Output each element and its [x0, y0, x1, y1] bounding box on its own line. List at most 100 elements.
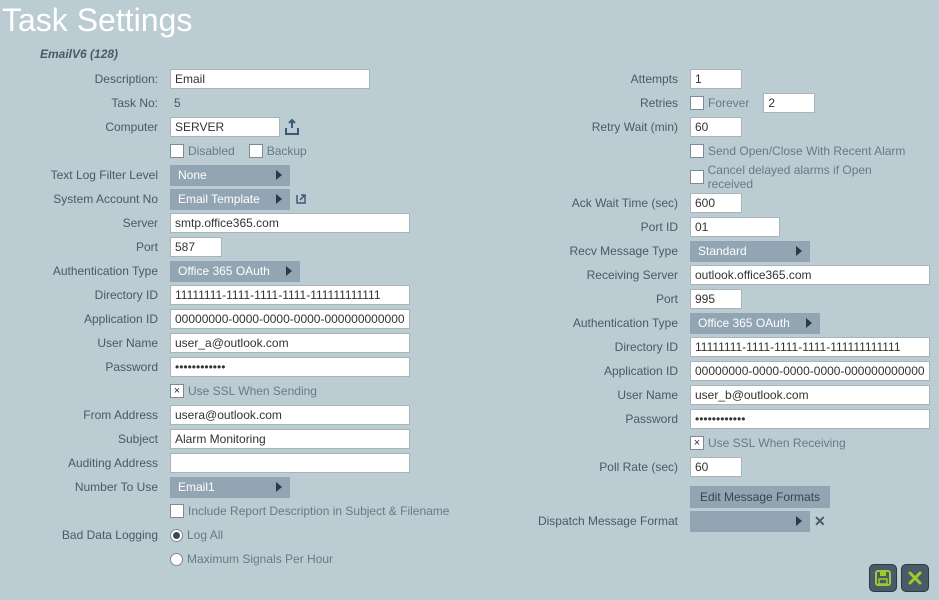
computer-input[interactable]	[170, 117, 280, 137]
from-label: From Address	[10, 408, 170, 422]
description-label: Description:	[10, 72, 170, 86]
maxsig-radio[interactable]	[170, 553, 183, 566]
usessl-checkbox[interactable]: ×	[170, 384, 184, 398]
external-link-icon[interactable]	[294, 192, 308, 206]
port-label: Port	[10, 240, 170, 254]
sysacc-value: Email Template	[178, 192, 260, 206]
authtype2-value: Office 365 OAuth	[698, 316, 790, 330]
dispatchmsg-dropdown[interactable]	[690, 511, 810, 532]
dirid-label: Directory ID	[10, 288, 170, 302]
authtype-dropdown[interactable]: Office 365 OAuth	[170, 261, 300, 282]
password-label: Password	[10, 360, 170, 374]
chevron-right-icon	[796, 516, 802, 526]
textlog-value: None	[178, 168, 207, 182]
password2-input[interactable]	[690, 409, 930, 429]
audit-label: Auditing Address	[10, 456, 170, 470]
recvmsg-dropdown[interactable]: Standard	[690, 241, 810, 262]
dirid-input[interactable]	[170, 285, 410, 305]
appid2-input[interactable]	[690, 361, 930, 381]
subject-input[interactable]	[170, 429, 410, 449]
clear-icon[interactable]: ✕	[814, 513, 826, 530]
close-icon	[907, 570, 923, 586]
dirid2-input[interactable]	[690, 337, 930, 357]
recvserver-input[interactable]	[690, 265, 930, 285]
password-input[interactable]	[170, 357, 410, 377]
dispatchmsg-label: Dispatch Message Format	[490, 514, 690, 528]
chevron-right-icon	[276, 170, 282, 180]
taskno-value: 5	[170, 96, 181, 110]
server-label: Server	[10, 216, 170, 230]
pollrate-label: Poll Rate (sec)	[490, 460, 690, 474]
canceldelayed-label: Cancel delayed alarms if Open received	[708, 163, 920, 191]
taskno-label: Task No:	[10, 96, 170, 110]
appid2-label: Application ID	[490, 364, 690, 378]
from-input[interactable]	[170, 405, 410, 425]
password2-label: Password	[490, 412, 690, 426]
logall-label: Log All	[187, 528, 223, 542]
port2-label: Port	[490, 292, 690, 306]
attempts-input[interactable]	[690, 69, 742, 89]
server-input[interactable]	[170, 213, 410, 233]
appid-input[interactable]	[170, 309, 410, 329]
retries-input[interactable]	[763, 93, 815, 113]
chevron-right-icon	[806, 318, 812, 328]
backup-checkbox[interactable]	[249, 144, 263, 158]
cancel-button[interactable]	[901, 564, 929, 592]
chevron-right-icon	[796, 246, 802, 256]
import-icon[interactable]	[284, 118, 304, 136]
maxsig-label: Maximum Signals Per Hour	[187, 552, 333, 566]
appid-label: Application ID	[10, 312, 170, 326]
backup-label: Backup	[267, 144, 307, 158]
forever-checkbox[interactable]	[690, 96, 704, 110]
numtouse-value: Email1	[178, 480, 215, 494]
ackwait-input[interactable]	[690, 193, 742, 213]
description-input[interactable]	[170, 69, 370, 89]
textlog-label: Text Log Filter Level	[10, 168, 170, 182]
usessl2-checkbox[interactable]: ×	[690, 436, 704, 450]
chevron-right-icon	[276, 482, 282, 492]
page-title: Task Settings	[0, 0, 939, 39]
chevron-right-icon	[286, 266, 292, 276]
includereport-label: Include Report Description in Subject & …	[188, 504, 449, 518]
username2-input[interactable]	[690, 385, 930, 405]
retrywait-input[interactable]	[690, 117, 742, 137]
subtitle: EmailV6 (128)	[0, 39, 939, 67]
forever-label: Forever	[708, 96, 749, 110]
attempts-label: Attempts	[490, 72, 690, 86]
username2-label: User Name	[490, 388, 690, 402]
numtouse-dropdown[interactable]: Email1	[170, 477, 290, 498]
authtype-label: Authentication Type	[10, 264, 170, 278]
authtype2-label: Authentication Type	[490, 316, 690, 330]
numtouse-label: Number To Use	[10, 480, 170, 494]
textlog-dropdown[interactable]: None	[170, 165, 290, 186]
usessl-label: Use SSL When Sending	[188, 384, 317, 398]
save-button[interactable]	[869, 564, 897, 592]
disabled-label: Disabled	[188, 144, 235, 158]
disabled-checkbox[interactable]	[170, 144, 184, 158]
sysacc-dropdown[interactable]: Email Template	[170, 189, 290, 210]
username-label: User Name	[10, 336, 170, 350]
canceldelayed-checkbox[interactable]	[690, 170, 704, 184]
username-input[interactable]	[170, 333, 410, 353]
save-icon	[874, 569, 892, 587]
port2-input[interactable]	[690, 289, 742, 309]
pollrate-input[interactable]	[690, 457, 742, 477]
sysacc-label: System Account No	[10, 192, 170, 206]
chevron-right-icon	[276, 194, 282, 204]
dirid2-label: Directory ID	[490, 340, 690, 354]
recvserver-label: Receiving Server	[490, 268, 690, 282]
computer-label: Computer	[10, 120, 170, 134]
authtype2-dropdown[interactable]: Office 365 OAuth	[690, 313, 820, 334]
recvmsg-label: Recv Message Type	[490, 244, 690, 258]
portid-input[interactable]	[690, 217, 780, 237]
authtype-value: Office 365 OAuth	[178, 264, 270, 278]
ackwait-label: Ack Wait Time (sec)	[490, 196, 690, 210]
retrywait-label: Retry Wait (min)	[490, 120, 690, 134]
logall-radio[interactable]	[170, 529, 183, 542]
includereport-checkbox[interactable]	[170, 504, 184, 518]
audit-input[interactable]	[170, 453, 410, 473]
usessl2-label: Use SSL When Receiving	[708, 436, 846, 450]
sendopen-checkbox[interactable]	[690, 144, 704, 158]
edit-message-formats-button[interactable]: Edit Message Formats	[690, 486, 830, 508]
port-input[interactable]	[170, 237, 222, 257]
